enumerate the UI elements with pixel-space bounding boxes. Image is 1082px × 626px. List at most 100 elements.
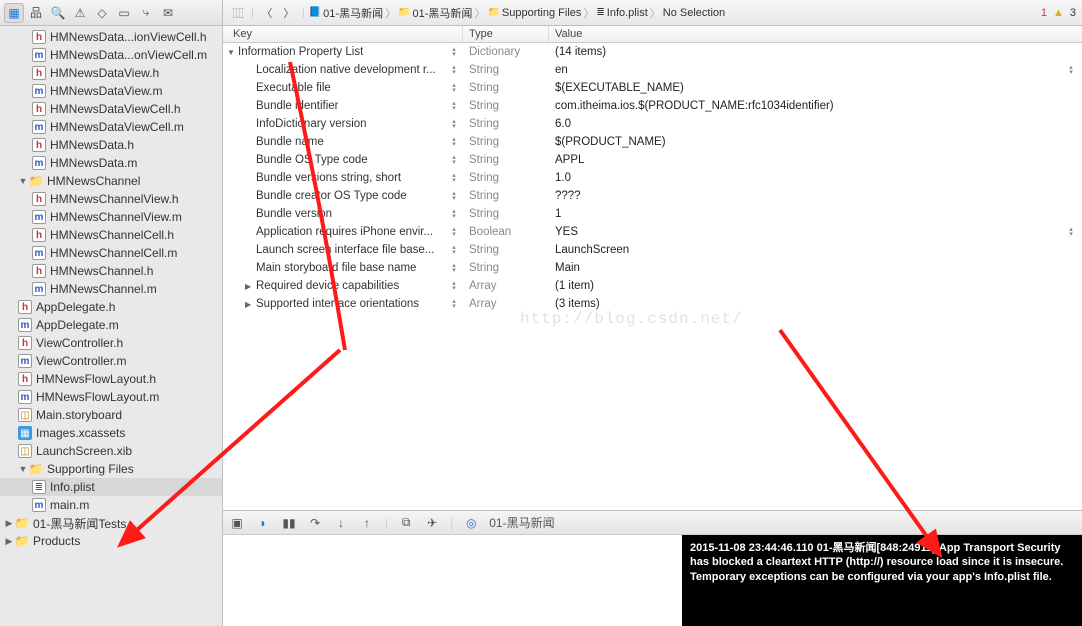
test-navigator-icon[interactable]: ◇ <box>92 3 112 23</box>
file-HMNewsData...onViewCell.m[interactable]: mHMNewsData...onViewCell.m <box>0 46 222 64</box>
stepper-icon[interactable]: ▴▾ <box>449 261 459 275</box>
file-Main.storyboard[interactable]: ◫Main.storyboard <box>0 406 222 424</box>
plist-row[interactable]: ▶Supported interface orientations▴▾Array… <box>223 295 1082 313</box>
project-navigator-icon[interactable]: ▦ <box>4 3 24 23</box>
variables-view[interactable] <box>223 535 682 626</box>
location-icon[interactable]: ✈ <box>424 516 440 530</box>
related-items-icon[interactable]: ⿲ <box>229 4 247 22</box>
stepper-icon[interactable]: ▴▾ <box>449 99 459 113</box>
stepper-icon[interactable]: ▴▾ <box>449 171 459 185</box>
stepper-icon[interactable]: ▴▾ <box>449 63 459 77</box>
breakpoints-icon[interactable]: ◗ <box>255 516 271 530</box>
file-HMNewsChannelCell.h[interactable]: hHMNewsChannelCell.h <box>0 226 222 244</box>
breadcrumb[interactable]: 📘 01-黑马新闻〉📁 01-黑马新闻〉📁 Supporting Files〉≣… <box>309 5 725 21</box>
crumb-1[interactable]: 📁 01-黑马新闻 <box>398 5 472 21</box>
stepper-icon[interactable]: ▴▾ <box>449 207 459 221</box>
file-01-黑马新闻Tests[interactable]: ▶📁01-黑马新闻Tests <box>0 514 222 532</box>
file-HMNewsChannelView.h[interactable]: hHMNewsChannelView.h <box>0 190 222 208</box>
file-Products[interactable]: ▶📁Products <box>0 532 222 550</box>
file-HMNewsDataView.h[interactable]: hHMNewsDataView.h <box>0 64 222 82</box>
crumb-0[interactable]: 📘 01-黑马新闻 <box>309 5 383 21</box>
file-HMNewsDataView.m[interactable]: mHMNewsDataView.m <box>0 82 222 100</box>
file-HMNewsData...ionViewCell.h[interactable]: hHMNewsData...ionViewCell.h <box>0 28 222 46</box>
plist-row[interactable]: Bundle creator OS Type code▴▾String???? <box>223 187 1082 205</box>
plist-row[interactable]: Executable file▴▾String$(EXECUTABLE_NAME… <box>223 79 1082 97</box>
file-HMNewsChannelView.m[interactable]: mHMNewsChannelView.m <box>0 208 222 226</box>
console-output[interactable]: 2015-11-08 23:44:46.110 01-黑马新闻[848:2491… <box>682 535 1082 626</box>
stepper-icon[interactable]: ▴▾ <box>1066 63 1076 77</box>
symbol-navigator-icon[interactable]: 品 <box>26 3 46 23</box>
error-count[interactable]: 1 <box>1041 7 1047 19</box>
file-HMNewsFlowLayout.m[interactable]: mHMNewsFlowLayout.m <box>0 388 222 406</box>
plist-row[interactable]: Launch screen interface file base...▴▾St… <box>223 241 1082 259</box>
file-HMNewsDataViewCell.h[interactable]: hHMNewsDataViewCell.h <box>0 100 222 118</box>
issue-navigator-icon[interactable]: ⚠ <box>70 3 90 23</box>
plist-row[interactable]: Main storyboard file base name▴▾StringMa… <box>223 259 1082 277</box>
stepper-icon[interactable]: ▴▾ <box>1066 225 1076 239</box>
h-icon: h <box>32 30 46 44</box>
stepper-icon[interactable]: ▴▾ <box>449 117 459 131</box>
file-Supporting Files[interactable]: ▼📁Supporting Files <box>0 460 222 478</box>
back-icon[interactable]: 〈 <box>258 4 276 22</box>
step-over-icon[interactable]: ↷ <box>307 516 323 530</box>
warning-icon[interactable]: ▲ <box>1053 7 1064 19</box>
plist-row[interactable]: ▼Information Property List▴▾Dictionary(1… <box>223 43 1082 61</box>
file-HMNewsData.m[interactable]: mHMNewsData.m <box>0 154 222 172</box>
file-AppDelegate.h[interactable]: hAppDelegate.h <box>0 298 222 316</box>
breakpoint-navigator-icon[interactable]: ⤷ <box>136 3 156 23</box>
column-value[interactable]: Value <box>549 26 1082 42</box>
file-HMNewsChannel[interactable]: ▼📁HMNewsChannel <box>0 172 222 190</box>
stepper-icon[interactable]: ▴▾ <box>449 189 459 203</box>
crumb-4[interactable]: No Selection <box>663 7 725 19</box>
plist-row[interactable]: Application requires iPhone envir...▴▾Bo… <box>223 223 1082 241</box>
hide-debug-icon[interactable]: ▣ <box>229 516 245 530</box>
m-icon: m <box>32 282 46 296</box>
plist-row[interactable]: Bundle version▴▾String1 <box>223 205 1082 223</box>
stepper-icon[interactable]: ▴▾ <box>449 279 459 293</box>
file-HMNewsDataViewCell.m[interactable]: mHMNewsDataViewCell.m <box>0 118 222 136</box>
report-navigator-icon[interactable]: ✉ <box>158 3 178 23</box>
file-HMNewsChannel.h[interactable]: hHMNewsChannel.h <box>0 262 222 280</box>
plist-row[interactable]: InfoDictionary version▴▾String6.0 <box>223 115 1082 133</box>
file-tree[interactable]: hHMNewsData...ionViewCell.hmHMNewsData..… <box>0 26 222 626</box>
stepper-icon[interactable]: ▴▾ <box>449 135 459 149</box>
view-debug-icon[interactable]: ⧉ <box>398 515 414 530</box>
column-key[interactable]: Key <box>223 26 463 42</box>
step-in-icon[interactable]: ↓ <box>333 516 349 530</box>
plist-row[interactable]: Bundle versions string, short▴▾String1.0 <box>223 169 1082 187</box>
jump-bar[interactable]: ⿲ | 〈 〉 | 📘 01-黑马新闻〉📁 01-黑马新闻〉📁 Supporti… <box>223 0 1082 26</box>
file-LaunchScreen.xib[interactable]: ◫LaunchScreen.xib <box>0 442 222 460</box>
file-HMNewsFlowLayout.h[interactable]: hHMNewsFlowLayout.h <box>0 370 222 388</box>
file-Info.plist[interactable]: ≣Info.plist <box>0 478 222 496</box>
search-navigator-icon[interactable]: 🔍 <box>48 3 68 23</box>
file-main.m[interactable]: mmain.m <box>0 496 222 514</box>
plist-row[interactable]: Bundle identifier▴▾Stringcom.itheima.ios… <box>223 97 1082 115</box>
file-ViewController.m[interactable]: mViewController.m <box>0 352 222 370</box>
debug-target[interactable]: 01-黑马新闻 <box>489 514 554 531</box>
stepper-icon[interactable]: ▴▾ <box>449 45 459 59</box>
file-HMNewsChannelCell.m[interactable]: mHMNewsChannelCell.m <box>0 244 222 262</box>
debug-navigator-icon[interactable]: ▭ <box>114 3 134 23</box>
pause-icon[interactable]: ▮▮ <box>281 516 297 530</box>
folder-icon: 📁 <box>15 516 29 530</box>
forward-icon[interactable]: 〉 <box>280 4 298 22</box>
plist-row[interactable]: Bundle name▴▾String$(PRODUCT_NAME) <box>223 133 1082 151</box>
plist-row[interactable]: Bundle OS Type code▴▾StringAPPL <box>223 151 1082 169</box>
file-HMNewsData.h[interactable]: hHMNewsData.h <box>0 136 222 154</box>
crumb-2[interactable]: 📁 Supporting Files <box>487 7 581 19</box>
column-type[interactable]: Type <box>463 26 549 42</box>
file-AppDelegate.m[interactable]: mAppDelegate.m <box>0 316 222 334</box>
stepper-icon[interactable]: ▴▾ <box>449 243 459 257</box>
stepper-icon[interactable]: ▴▾ <box>449 153 459 167</box>
plist-row[interactable]: ▶Required device capabilities▴▾Array(1 i… <box>223 277 1082 295</box>
file-ViewController.h[interactable]: hViewController.h <box>0 334 222 352</box>
file-Images.xcassets[interactable]: ▦Images.xcassets <box>0 424 222 442</box>
stepper-icon[interactable]: ▴▾ <box>449 81 459 95</box>
stepper-icon[interactable]: ▴▾ <box>449 297 459 311</box>
file-HMNewsChannel.m[interactable]: mHMNewsChannel.m <box>0 280 222 298</box>
crumb-3[interactable]: ≣ Info.plist <box>596 7 647 19</box>
plist-row[interactable]: Localization native development r...▴▾St… <box>223 61 1082 79</box>
plist-editor[interactable]: ▼Information Property List▴▾Dictionary(1… <box>223 43 1082 510</box>
stepper-icon[interactable]: ▴▾ <box>449 225 459 239</box>
step-out-icon[interactable]: ↑ <box>359 516 375 530</box>
